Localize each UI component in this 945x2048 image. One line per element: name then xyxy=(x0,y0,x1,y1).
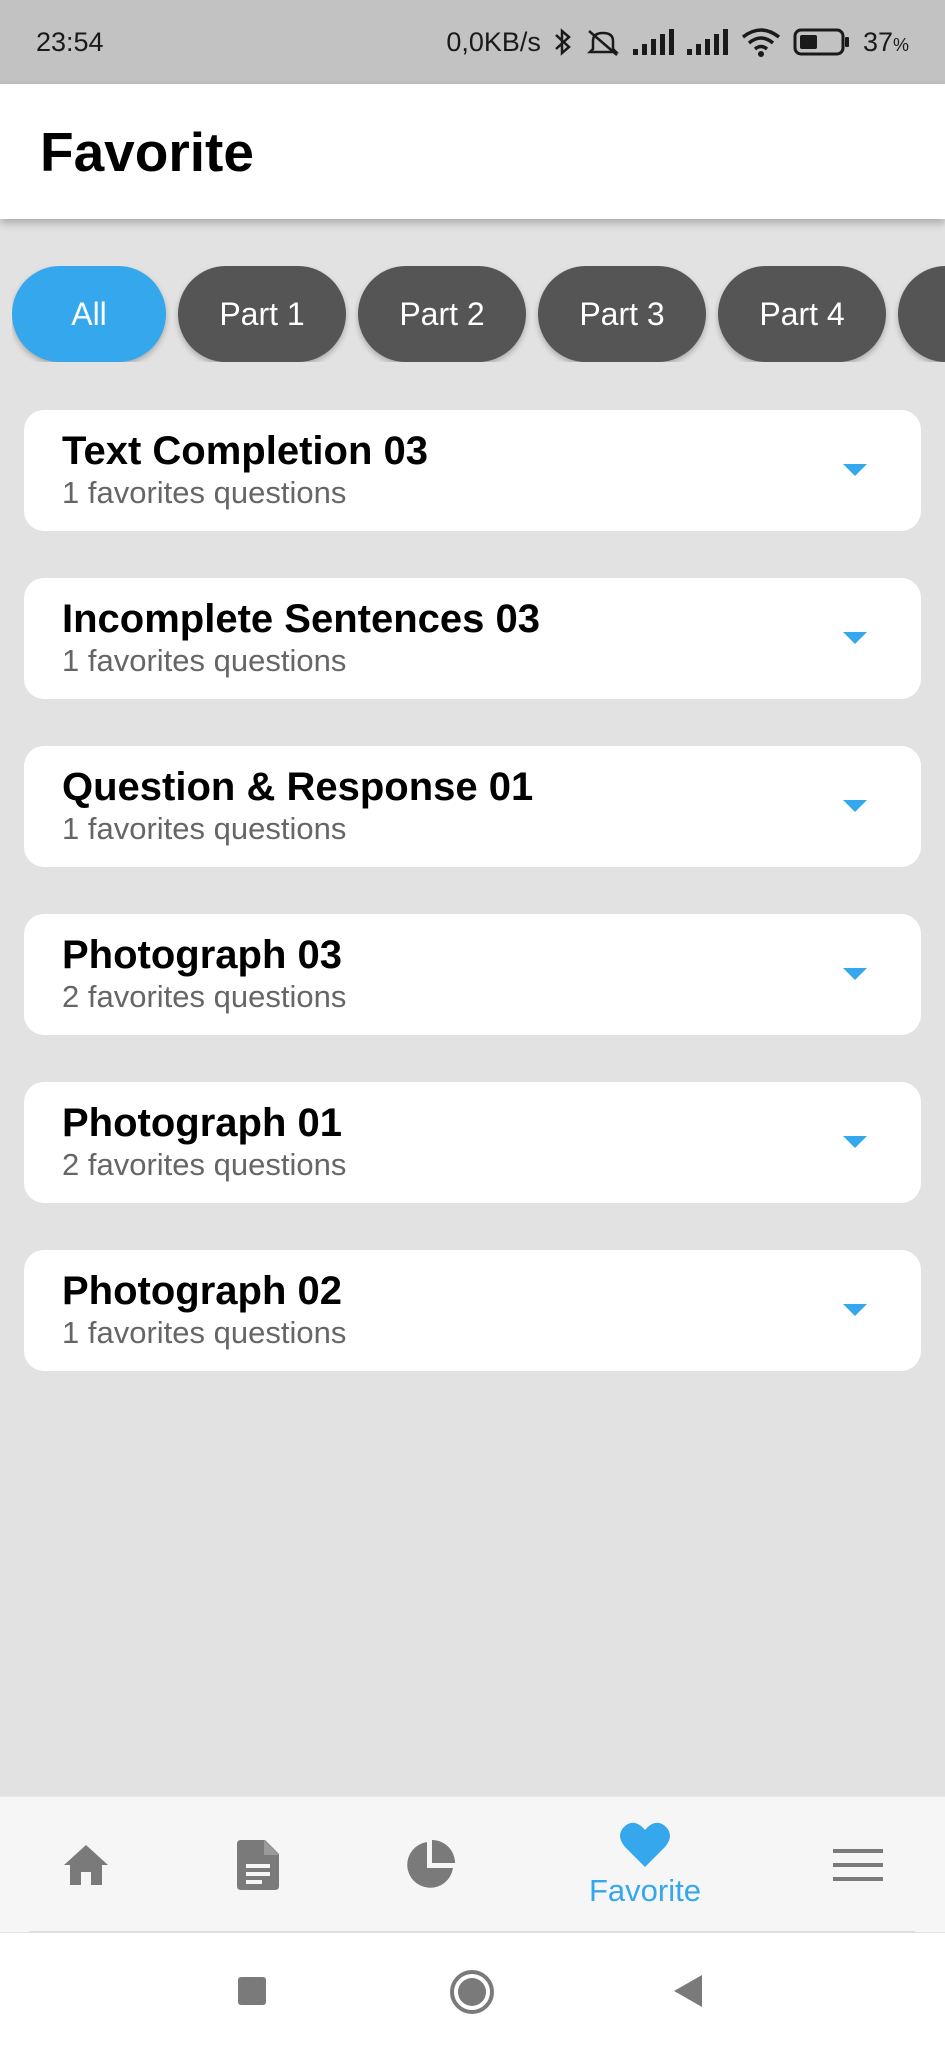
card-title: Photograph 02 xyxy=(62,1269,343,1313)
card-subtitle: 2 favorites questions xyxy=(62,1147,347,1182)
favorite-card[interactable]: Photograph 02 1 favorites questions xyxy=(24,1250,921,1371)
bottom-nav: Favorite xyxy=(0,1796,945,1932)
system-nav-bar xyxy=(0,1933,945,2048)
card-title: Incomplete Sentences 03 xyxy=(62,597,540,641)
chip-part-1[interactable]: Part 1 xyxy=(178,266,346,362)
card-title: Photograph 03 xyxy=(62,933,343,977)
card-title: Text Completion 03 xyxy=(62,429,428,473)
filter-chips: AllPart 1Part 2Part 3Part 4P xyxy=(12,266,945,362)
favorite-card[interactable]: Photograph 03 2 favorites questions xyxy=(24,914,921,1035)
card-title: Question & Response 01 xyxy=(62,765,534,809)
nav-menu[interactable] xyxy=(818,1797,898,1933)
signal-icon xyxy=(632,29,674,55)
favorite-card[interactable]: Incomplete Sentences 03 1 favorites ques… xyxy=(24,578,921,699)
card-subtitle: 1 favorites questions xyxy=(62,1315,347,1350)
chip-part-5[interactable]: P xyxy=(898,266,945,362)
back-icon[interactable] xyxy=(672,1973,704,2009)
expand-caret-icon[interactable] xyxy=(843,1304,867,1316)
expand-caret-icon[interactable] xyxy=(843,632,867,644)
card-title: Photograph 01 xyxy=(62,1101,343,1145)
home-icon xyxy=(64,1845,108,1885)
nav-home[interactable] xyxy=(46,1797,126,1933)
chip-all[interactable]: All xyxy=(12,266,166,362)
expand-caret-icon[interactable] xyxy=(843,968,867,980)
expand-caret-icon[interactable] xyxy=(843,800,867,812)
card-subtitle: 2 favorites questions xyxy=(62,979,347,1014)
app-bar: Favorite xyxy=(0,84,945,219)
status-time: 23:54 xyxy=(36,26,104,57)
expand-caret-icon[interactable] xyxy=(843,464,867,476)
favorite-card[interactable]: Photograph 01 2 favorites questions xyxy=(24,1082,921,1203)
expand-caret-icon[interactable] xyxy=(843,1136,867,1148)
wifi-icon xyxy=(741,28,781,57)
home-circle-icon[interactable] xyxy=(449,1969,495,2015)
favorite-card[interactable]: Question & Response 01 1 favorites quest… xyxy=(24,746,921,867)
chip-part-2[interactable]: Part 2 xyxy=(358,266,526,362)
network-speed: 0,0KB/s xyxy=(446,26,541,57)
favorite-card[interactable]: Text Completion 03 1 favorites questions xyxy=(24,410,921,531)
pie-chart-icon xyxy=(407,1840,455,1888)
card-subtitle: 1 favorites questions xyxy=(62,811,347,846)
status-icons: 0,0KB/s 37% xyxy=(446,27,909,58)
nav-tests[interactable] xyxy=(218,1797,298,1933)
chip-part-3[interactable]: Part 3 xyxy=(538,266,706,362)
card-subtitle: 1 favorites questions xyxy=(62,475,347,510)
favorites-list: Text Completion 03 1 favorites questions… xyxy=(24,410,921,1418)
nav-favorite[interactable]: Favorite xyxy=(570,1797,720,1933)
mute-icon xyxy=(586,30,619,56)
nav-favorite-label: Favorite xyxy=(589,1873,701,1908)
bluetooth-icon xyxy=(555,28,571,56)
chip-part-4[interactable]: Part 4 xyxy=(718,266,886,362)
page-title: Favorite xyxy=(40,120,254,183)
battery-percent: 37% xyxy=(862,26,909,57)
battery-icon xyxy=(793,28,849,56)
nav-statistics[interactable] xyxy=(390,1797,470,1933)
menu-icon xyxy=(833,1849,883,1881)
status-bar: 23:54 0,0KB/s 37% xyxy=(0,0,945,84)
recents-icon[interactable] xyxy=(236,1975,268,2007)
signal-icon xyxy=(686,29,728,55)
card-subtitle: 1 favorites questions xyxy=(62,643,347,678)
document-icon xyxy=(237,1840,279,1890)
heart-icon xyxy=(620,1822,670,1867)
